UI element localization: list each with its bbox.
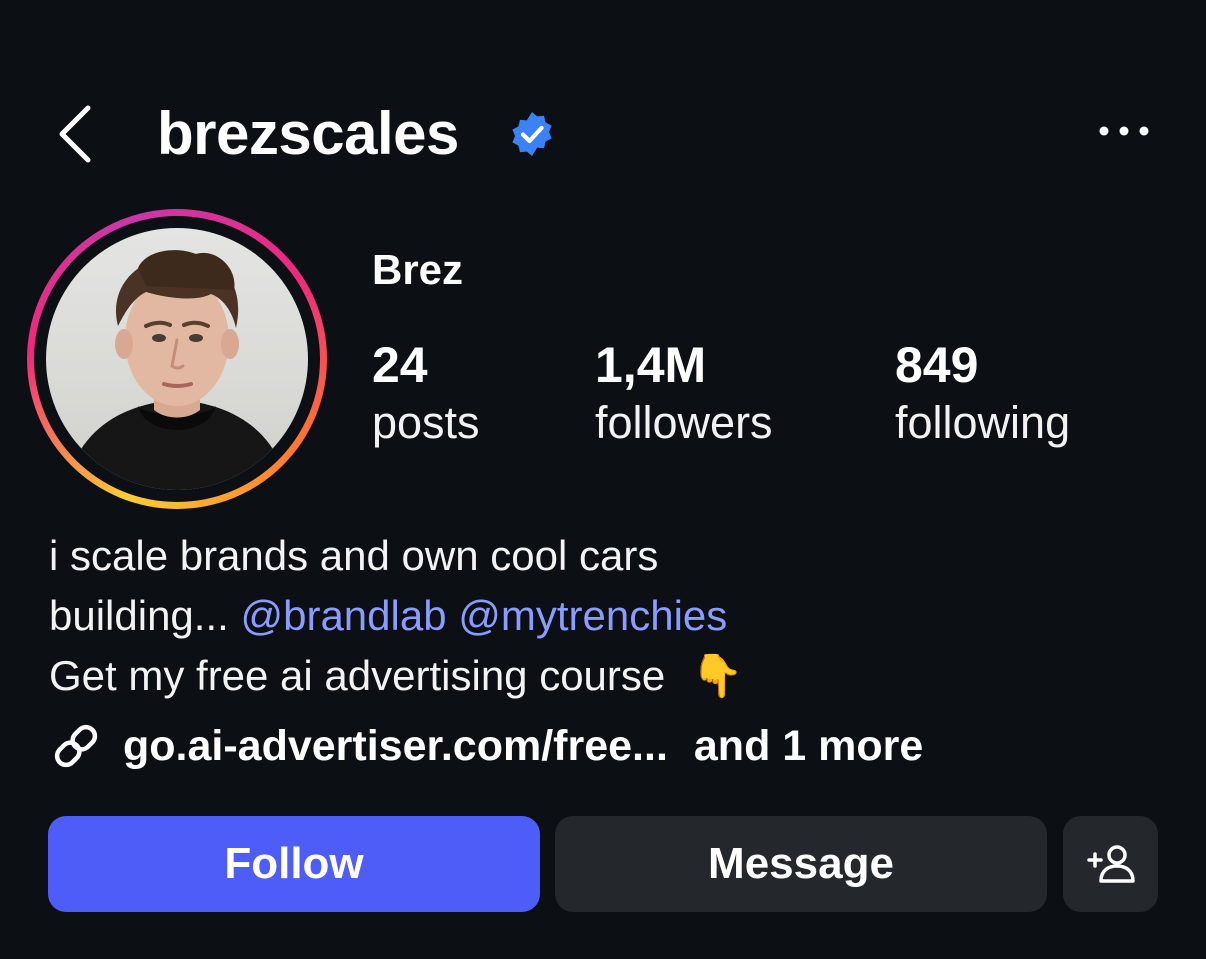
posts-count: 24 (372, 337, 428, 393)
follow-button[interactable]: Follow (48, 816, 540, 912)
bio-line-2: building... @brandlab @mytrenchies (49, 586, 743, 646)
back-button[interactable] (52, 96, 112, 172)
following-count: 849 (895, 337, 979, 393)
verified-badge-icon (508, 110, 556, 158)
posts-label: posts (372, 397, 480, 448)
bio: i scale brands and own cool cars buildin… (49, 526, 743, 706)
pointing-down-emoji: 👇 (690, 652, 744, 699)
mention-mytrenchies[interactable]: @mytrenchies (458, 592, 727, 639)
stat-posts[interactable]: 24 posts (372, 334, 480, 450)
profile-username: brezscales (157, 100, 459, 167)
ellipsis-icon (1099, 126, 1149, 136)
bio-link[interactable]: go.ai-advertiser.com/free... and 1 more (49, 716, 923, 776)
link-icon (54, 724, 98, 768)
chevron-left-icon (59, 105, 91, 163)
link-url: go.ai-advertiser.com/free... (123, 721, 668, 770)
avatar-story-ring[interactable] (27, 209, 327, 509)
add-person-icon (1086, 845, 1135, 883)
mention-brandlab[interactable]: @brandlab (240, 592, 446, 639)
add-person-button[interactable] (1063, 816, 1158, 912)
link-more: and 1 more (693, 721, 924, 770)
bio-line-3-text: Get my free ai advertising course (49, 652, 666, 699)
stat-following[interactable]: 849 following (895, 334, 1070, 450)
followers-count: 1,4M (595, 337, 707, 393)
display-name: Brez (372, 246, 464, 293)
message-button[interactable]: Message (555, 816, 1047, 912)
avatar (46, 228, 308, 490)
bio-line-3: Get my free ai advertising course 👇 (49, 646, 743, 706)
bio-line-2-text: building... (49, 592, 241, 639)
stat-followers[interactable]: 1,4M followers (595, 334, 773, 450)
following-label: following (895, 397, 1071, 448)
bio-line-1: i scale brands and own cool cars (49, 532, 659, 579)
more-options-button[interactable] (1094, 106, 1154, 156)
followers-label: followers (595, 397, 773, 448)
